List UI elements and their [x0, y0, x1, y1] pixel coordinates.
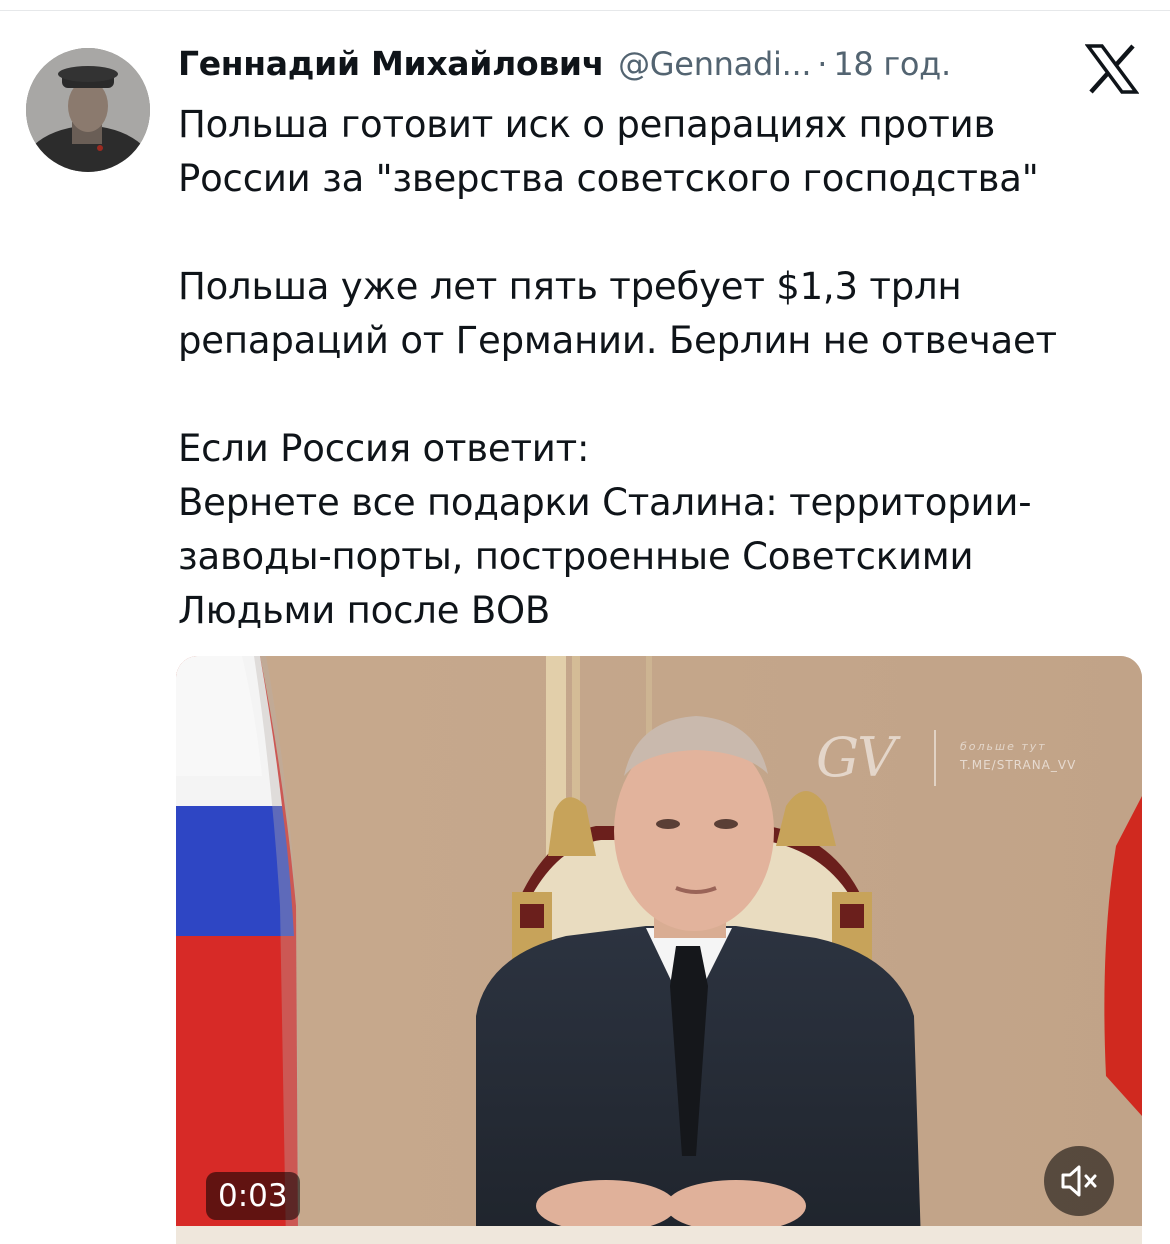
watermark-url: T.ME/STRANA_VV: [960, 758, 1077, 772]
top-divider: [0, 10, 1170, 11]
avatar[interactable]: [26, 48, 150, 172]
tweet-text: Польша готовит иск о репарациях против Р…: [178, 98, 1138, 638]
speaker-muted-icon: [1061, 1165, 1097, 1197]
user-handle[interactable]: @Gennadi...: [618, 45, 811, 83]
watermark-divider: [934, 730, 936, 786]
separator-dot: ·: [817, 45, 828, 83]
x-logo-icon[interactable]: [1085, 44, 1139, 94]
watermark-logo: GV: [816, 726, 896, 789]
tweet-paragraph: Если Россия ответит: Вернете все подарки…: [178, 427, 1032, 632]
avatar-photo: [26, 48, 150, 172]
display-name[interactable]: Геннадий Михайлович: [178, 44, 604, 83]
post-time[interactable]: 18 год.: [833, 45, 951, 83]
mute-button[interactable]: [1044, 1146, 1114, 1216]
tweet-paragraph: Польша готовит иск о репарациях против Р…: [178, 103, 1039, 200]
tweet-paragraph: Польша уже лет пять требует $1,3 трлн ре…: [178, 265, 1057, 362]
video-timestamp: 0:03: [206, 1172, 300, 1220]
video-player[interactable]: GV больше тут T.ME/STRANA_VV 0:03: [176, 656, 1142, 1244]
watermark-tagline: больше тут: [960, 740, 1047, 753]
tweet-header: Геннадий Михайлович @Gennadi... · 18 год…: [178, 44, 1050, 94]
